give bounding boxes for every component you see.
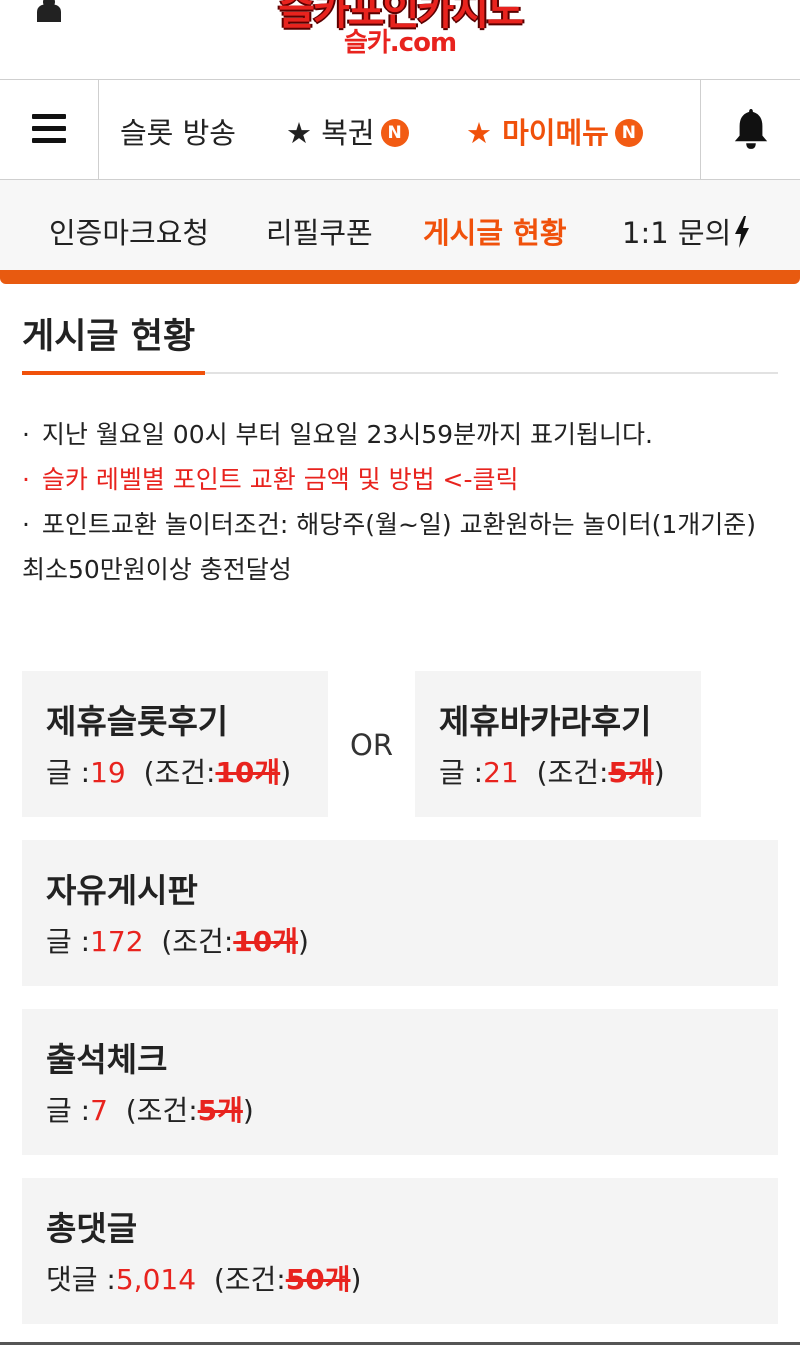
condition-open: (조건: [161,925,234,958]
count-label: 댓글 : [46,1263,116,1296]
stat-title: 자유게시판 [46,871,198,910]
nav-label: ★ 복권 [286,116,375,150]
stat-card-slot-review[interactable]: 제휴슬롯후기 글 :19 (조건:10개) [22,671,328,817]
tab-cert-mark-request[interactable]: 인증마크요청 [49,210,209,252]
tab-label: 1:1 문의 [622,216,732,250]
stat-line: 글 :21 (조건:5개) [439,751,665,791]
post-count: 7 [90,1094,108,1127]
notice-item: · 포인트교환 놀이터조건: 해당주(월~일) 교환원하는 놀이터(1개기준) … [22,502,782,592]
nav-label: 슬롯 방송 [120,116,236,150]
nav-item-slot-broadcast[interactable]: 슬롯 방송 [120,110,236,152]
stat-card-attendance[interactable]: 출석체크 글 :7 (조건:5개) [22,1009,778,1155]
post-count: 19 [90,756,126,789]
menu-icon [32,114,66,119]
site-domain[interactable]: 슬카.com [0,22,800,59]
main-nav: 슬롯 방송 ★ 복권 N ★ 마이메뉴 N [0,79,800,180]
nav-item-my-menu[interactable]: ★ 마이메뉴 N [466,110,643,152]
notice-item: · 지난 월요일 00시 부터 일요일 23시59분까지 표기됩니다. [22,412,782,457]
condition-open: (조건: [536,756,609,789]
stat-title: 제휴슬롯후기 [46,702,229,741]
notice-item-link[interactable]: · 슬카 레벨별 포인트 교환 금액 및 방법 <-클릭 [22,457,782,502]
new-badge: N [380,119,409,147]
post-count: 21 [483,756,519,789]
nav-item-lottery[interactable]: ★ 복권 N [286,110,409,152]
condition-value: 10개 [215,756,281,789]
tab-one-to-one-inquiry[interactable]: 1:1 문의 [622,210,751,252]
condition-open: (조건: [143,756,216,789]
stat-title: 총댓글 [46,1209,138,1248]
condition-value: 10개 [233,925,298,958]
sub-nav: 인증마크요청 리필쿠폰 게시글 현황 1:1 문의 [0,180,800,270]
sub-nav-accent-bar [0,270,800,284]
count-label: 글 : [46,925,91,958]
stat-card-baccarat-review[interactable]: 제휴바카라후기 글 :21 (조건:5개) [415,671,701,817]
stat-line: 글 :19 (조건:10개) [46,751,291,791]
stat-line: 글 :172 (조건:10개) [46,920,309,960]
stat-card-total-comments[interactable]: 총댓글 댓글 :5,014 (조건:50개) [22,1178,778,1324]
condition-value: 50개 [285,1263,351,1296]
condition-close: ) [280,756,292,789]
logo-bar: 슬카포인카지노 슬카.com [0,0,800,80]
menu-icon-bar [32,138,66,143]
condition-close: ) [653,756,665,789]
menu-button[interactable] [0,80,99,179]
notice-text: 지난 월요일 00시 부터 일요일 23시59분까지 표기됩니다. [41,420,653,449]
stat-title: 제휴바카라후기 [439,702,652,741]
new-badge: N [614,119,643,147]
menu-icon-bar [32,126,66,131]
condition-value: 5개 [608,756,654,789]
notice-bullet: · [22,465,30,494]
page-title: 게시글 현황 [22,317,196,357]
tab-refill-coupon[interactable]: 리필쿠폰 [266,210,373,252]
condition-close: ) [298,925,309,958]
condition-close: ) [242,1094,254,1127]
bell-icon [734,109,768,149]
stat-title: 출석체크 [46,1040,168,1079]
lightning-icon [735,216,750,248]
condition-open: (조건: [125,1094,198,1127]
comment-count: 5,014 [115,1263,197,1296]
count-label: 글 : [46,1094,91,1127]
title-accent-line [22,371,205,375]
condition-open: (조건: [213,1263,286,1296]
notice-bullet: · [22,420,30,449]
count-label: 글 : [439,756,484,789]
condition-value: 5개 [197,1094,243,1127]
stat-line: 댓글 :5,014 (조건:50개) [46,1258,361,1298]
post-count: 172 [90,925,144,958]
or-divider: OR [350,728,393,762]
notice-list: · 지난 월요일 00시 부터 일요일 23시59분까지 표기됩니다. · 슬카… [22,412,782,592]
stat-line: 글 :7 (조건:5개) [46,1089,254,1129]
notification-button[interactable] [700,80,800,179]
point-exchange-link[interactable]: 슬카 레벨별 포인트 교환 금액 및 방법 <-클릭 [38,465,519,494]
nav-label: ★ 마이메뉴 [466,116,609,150]
condition-close: ) [350,1263,362,1296]
tab-post-status[interactable]: 게시글 현황 [423,210,567,252]
notice-bullet: · [22,510,30,539]
notice-text: 포인트교환 놀이터조건: 해당주(월~일) 교환원하는 놀이터(1개기준) 최소… [22,510,756,584]
count-label: 글 : [46,756,91,789]
stat-card-free-board[interactable]: 자유게시판 글 :172 (조건:10개) [22,840,778,986]
